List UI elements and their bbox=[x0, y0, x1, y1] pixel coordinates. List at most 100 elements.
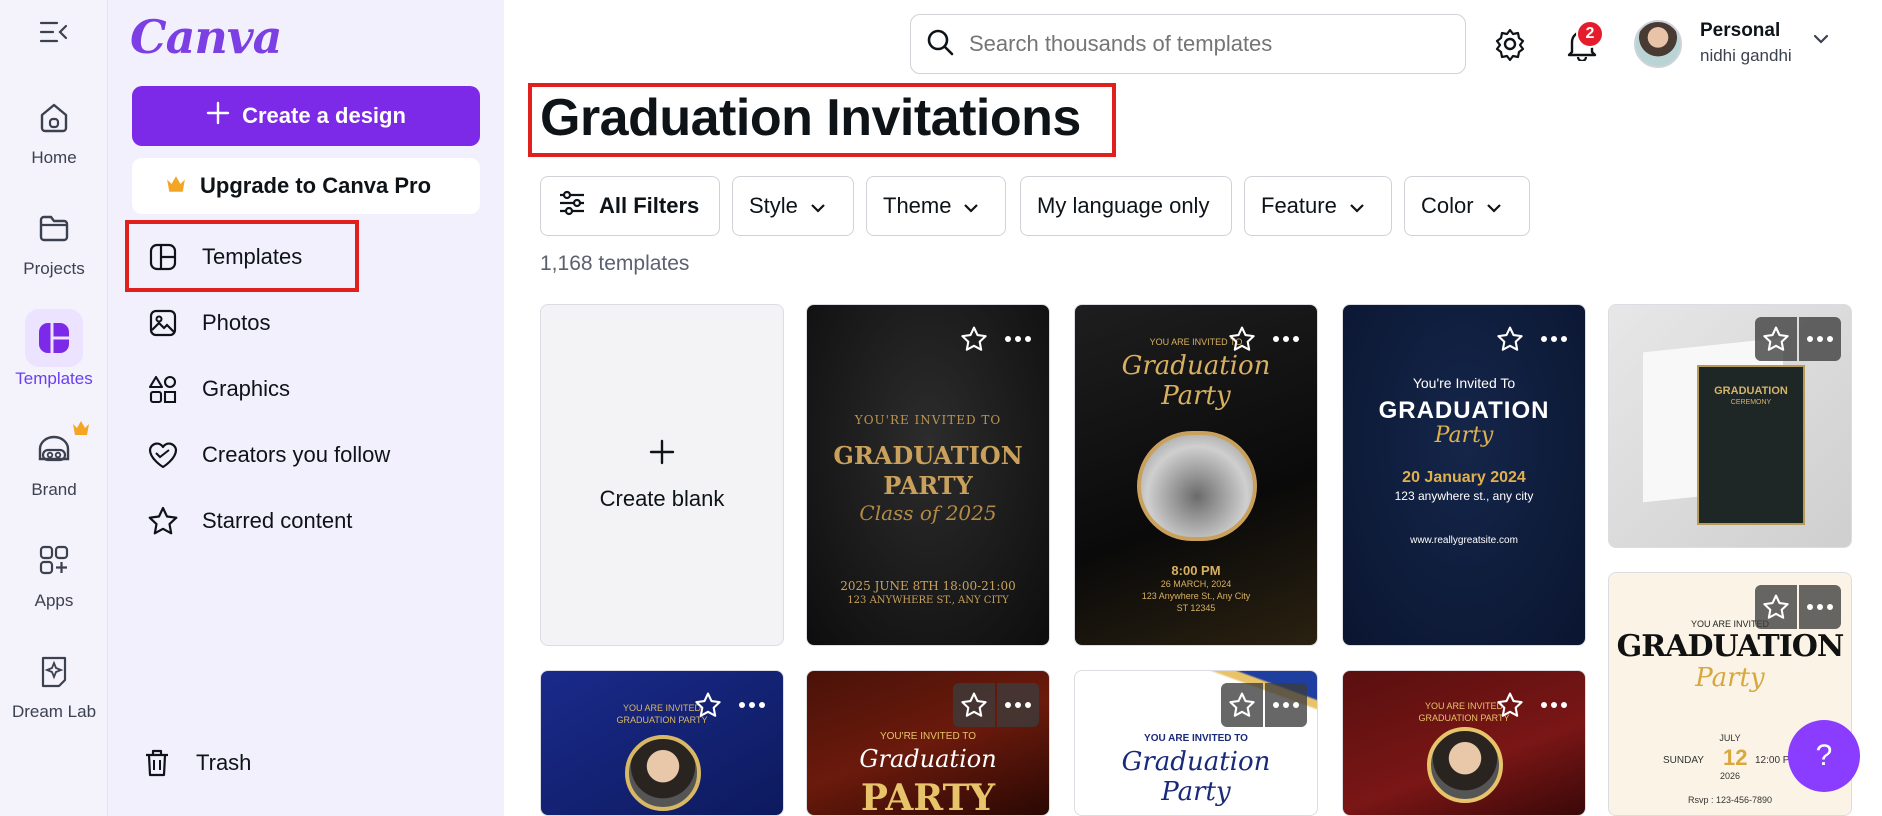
template-text: Party bbox=[1695, 663, 1765, 693]
template-text: www.reallygreatsite.com bbox=[1410, 535, 1518, 546]
notification-badge: 2 bbox=[1576, 20, 1604, 48]
chevron-down-icon bbox=[963, 193, 979, 219]
filter-theme[interactable]: Theme bbox=[866, 176, 1006, 236]
create-design-button[interactable]: Create a design bbox=[132, 86, 480, 146]
template-text: Party bbox=[1161, 381, 1231, 411]
filter-style[interactable]: Style bbox=[732, 176, 854, 236]
star-icon[interactable] bbox=[1221, 317, 1263, 361]
more-icon[interactable] bbox=[1799, 585, 1841, 629]
shapes-icon bbox=[146, 372, 180, 406]
star-icon[interactable] bbox=[953, 683, 995, 727]
nav-label-creators: Creators you follow bbox=[202, 442, 391, 467]
filters-icon bbox=[557, 189, 587, 223]
more-icon[interactable] bbox=[731, 683, 773, 727]
collapse-menu-icon[interactable] bbox=[38, 18, 70, 46]
canva-logo[interactable]: Canva bbox=[130, 10, 282, 64]
nav-item-trash[interactable]: Trash bbox=[126, 736, 466, 790]
star-icon[interactable] bbox=[687, 683, 729, 727]
template-text: 123 ANYWHERE ST., ANY CITY bbox=[847, 595, 1009, 606]
rail-label-templates: Templates bbox=[15, 369, 93, 388]
template-card[interactable]: You're Invited To GRADUATION Party 20 Ja… bbox=[1342, 304, 1586, 646]
photo-circle bbox=[1427, 727, 1503, 803]
side-panel: Canva Create a design Upgrade to Canva P… bbox=[108, 0, 504, 816]
all-filters-button[interactable]: All Filters bbox=[540, 176, 720, 236]
apps-icon bbox=[25, 531, 83, 589]
template-text: PARTY bbox=[883, 471, 973, 500]
nav-label-trash: Trash bbox=[196, 750, 252, 775]
star-icon[interactable] bbox=[953, 317, 995, 361]
template-card[interactable]: YOU'RE INVITED TO Graduation PARTY bbox=[806, 670, 1050, 816]
create-blank-label: Create blank bbox=[599, 486, 725, 511]
star-icon[interactable] bbox=[1755, 585, 1797, 629]
template-card[interactable]: YOU ARE INVITED TO Graduation Party 8:00… bbox=[1074, 304, 1318, 646]
create-blank-card[interactable]: Create blank bbox=[540, 304, 784, 646]
template-text: GRADUATION bbox=[833, 441, 1023, 470]
filter-color[interactable]: Color bbox=[1404, 176, 1530, 236]
template-text: ST 12345 bbox=[1176, 603, 1216, 613]
template-text: 123 anywhere st., any city bbox=[1394, 489, 1534, 503]
rail-item-home[interactable]: Home bbox=[0, 88, 108, 168]
template-card[interactable]: YOU ARE INVITED TO Graduation Party bbox=[1074, 670, 1318, 816]
upgrade-button[interactable]: Upgrade to Canva Pro bbox=[132, 158, 480, 214]
template-count: 1,168 templates bbox=[540, 252, 690, 275]
template-text: 20 January 2024 bbox=[1402, 469, 1526, 486]
settings-icon[interactable] bbox=[1490, 24, 1530, 64]
filter-feature-label: Feature bbox=[1261, 193, 1337, 218]
template-text: YOU'RE INVITED TO bbox=[879, 731, 976, 742]
star-icon[interactable] bbox=[1755, 317, 1797, 361]
template-text: Party bbox=[1161, 777, 1231, 807]
nav-label-photos: Photos bbox=[202, 310, 271, 335]
star-icon[interactable] bbox=[1489, 683, 1531, 727]
template-text: Party bbox=[1434, 423, 1494, 448]
nav-item-photos[interactable]: Photos bbox=[132, 296, 472, 350]
template-text: GRADUATION bbox=[1714, 385, 1788, 397]
account-name[interactable]: Personal bbox=[1700, 20, 1780, 42]
home-icon bbox=[25, 88, 83, 146]
rail-item-projects[interactable]: Projects bbox=[0, 199, 108, 279]
rail-item-apps[interactable]: Apps bbox=[0, 531, 108, 611]
chevron-down-icon bbox=[1349, 193, 1365, 219]
template-text: 123 Anywhere St., Any City bbox=[1141, 591, 1251, 601]
search-bar[interactable] bbox=[910, 14, 1466, 74]
avatar[interactable] bbox=[1634, 20, 1682, 68]
rail-label-projects: Projects bbox=[23, 259, 85, 278]
all-filters-label: All Filters bbox=[599, 193, 700, 218]
photo-circle bbox=[1137, 431, 1257, 541]
template-card[interactable]: YOU ARE INVITED GRADUATION PARTY bbox=[540, 670, 784, 816]
plus-icon bbox=[648, 438, 676, 472]
rail-item-brand[interactable]: Brand bbox=[0, 420, 108, 500]
more-icon[interactable] bbox=[1533, 317, 1575, 361]
search-input[interactable] bbox=[969, 31, 1449, 57]
rail-label-apps: Apps bbox=[34, 591, 74, 610]
help-button[interactable]: ? bbox=[1788, 720, 1860, 792]
filter-style-label: Style bbox=[749, 193, 798, 218]
more-icon[interactable] bbox=[997, 683, 1039, 727]
search-icon bbox=[925, 27, 955, 62]
account-user: nidhi gandhi bbox=[1700, 46, 1792, 65]
more-icon[interactable] bbox=[1799, 317, 1841, 361]
template-card[interactable]: YOU ARE INVITED GRADUATION PARTY bbox=[1342, 670, 1586, 816]
more-icon[interactable] bbox=[1265, 683, 1307, 727]
nav-item-creators[interactable]: Creators you follow bbox=[132, 428, 472, 482]
filter-my-language[interactable]: My language only bbox=[1020, 176, 1232, 236]
filter-feature[interactable]: Feature bbox=[1244, 176, 1392, 236]
rail-item-templates[interactable]: Templates bbox=[0, 309, 108, 389]
chevron-down-icon[interactable] bbox=[1812, 32, 1830, 50]
more-icon[interactable] bbox=[1533, 683, 1575, 727]
star-icon[interactable] bbox=[1221, 683, 1263, 727]
template-card[interactable]: YOU'RE INVITED TO GRADUATION PARTY Class… bbox=[806, 304, 1050, 646]
highlight-box bbox=[528, 83, 1116, 157]
more-icon[interactable] bbox=[1265, 317, 1307, 361]
highlight-box bbox=[125, 220, 359, 292]
template-text: PARTY bbox=[860, 777, 996, 816]
crown-icon bbox=[166, 173, 186, 199]
nav-label-graphics: Graphics bbox=[202, 376, 291, 401]
more-icon[interactable] bbox=[997, 317, 1039, 361]
nav-item-starred[interactable]: Starred content bbox=[132, 494, 472, 548]
rail-item-dream-lab[interactable]: Dream Lab bbox=[0, 642, 108, 722]
nav-item-graphics[interactable]: Graphics bbox=[132, 362, 472, 416]
star-icon[interactable] bbox=[1489, 317, 1531, 361]
template-card[interactable]: GRADUATION CEREMONY bbox=[1608, 304, 1852, 548]
create-design-label: Create a design bbox=[242, 103, 406, 128]
template-text: SUNDAY bbox=[1663, 755, 1704, 766]
